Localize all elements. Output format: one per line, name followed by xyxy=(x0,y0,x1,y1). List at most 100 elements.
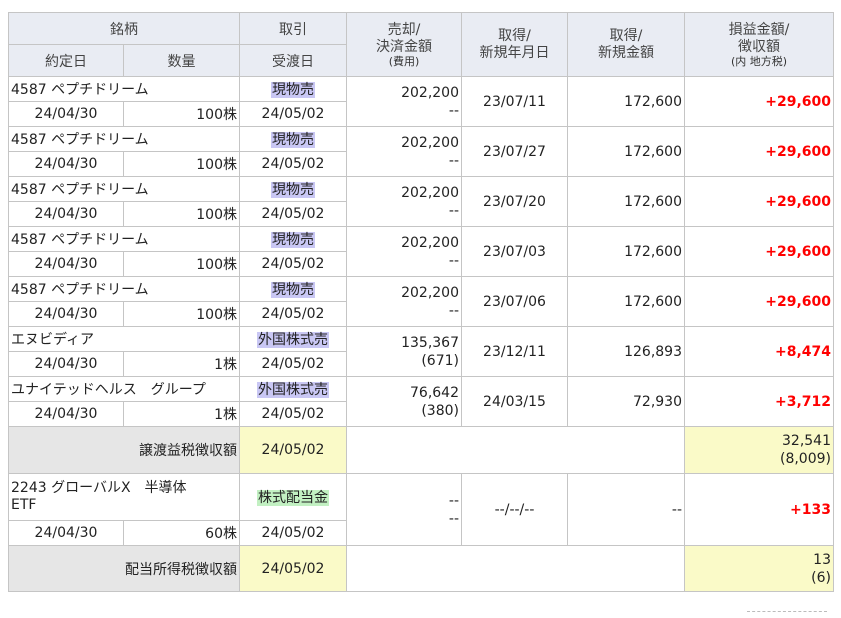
header-quantity: 数量 xyxy=(123,44,240,77)
acq-date: 23/07/20 xyxy=(461,176,568,227)
acq-amount: 172,600 xyxy=(567,176,685,227)
header-settle-date: 受渡日 xyxy=(239,44,347,77)
header-acq-amount: 取得/ 新規金額 xyxy=(567,12,685,77)
acq-date: 23/07/06 xyxy=(461,276,568,327)
profit-loss: +29,600 xyxy=(684,126,834,177)
transfer-tax-label: 譲渡益税徴収額 xyxy=(8,426,240,474)
table-row: エヌビディア 外国株式売 135,367 (671) 23/12/11 126,8… xyxy=(8,326,834,377)
table-row: ユナイテッドヘルス グループ 外国株式売 76,642 (380) 24/03/1… xyxy=(8,376,834,427)
dividend-tax-label: 配当所得税徴収額 xyxy=(8,545,240,592)
trade-date: 24/04/30 xyxy=(8,251,124,277)
acq-amount: 172,600 xyxy=(567,126,685,177)
dividend-acq-amount: -- xyxy=(567,473,685,546)
table-row: 4587 ペプチドリーム 現物売 202,200 -- 23/07/03 172,… xyxy=(8,226,834,277)
settle-date: 24/05/02 xyxy=(239,301,347,327)
profit-loss: +29,600 xyxy=(684,276,834,327)
trade-date: 24/04/30 xyxy=(8,351,124,377)
sale-amount: 202,200 -- xyxy=(346,226,462,277)
settle-date: 24/05/02 xyxy=(239,351,347,377)
acq-amount: 172,600 xyxy=(567,76,685,127)
quantity: 1株 xyxy=(123,351,240,377)
header-trade-date: 約定日 xyxy=(8,44,124,77)
trade-type: 現物売 xyxy=(239,176,347,202)
acq-date: 23/07/11 xyxy=(461,76,568,127)
trade-date: 24/04/30 xyxy=(8,401,124,427)
dividend-type: 株式配当金 xyxy=(239,473,347,521)
table-row: 4587 ペプチドリーム 現物売 202,200 -- 23/07/11 172,… xyxy=(8,76,834,127)
settle-date: 24/05/02 xyxy=(239,101,347,127)
profit-loss: +29,600 xyxy=(684,76,834,127)
trade-type: 現物売 xyxy=(239,126,347,152)
quantity: 100株 xyxy=(123,251,240,277)
table-row: 4587 ペプチドリーム 現物売 202,200 -- 23/07/06 172,… xyxy=(8,276,834,327)
header-stock: 銘柄 xyxy=(8,12,240,45)
sale-amount: 202,200 -- xyxy=(346,176,462,227)
profit-loss: +29,600 xyxy=(684,226,834,277)
acq-amount: 126,893 xyxy=(567,326,685,377)
dividend-profit: +133 xyxy=(684,473,834,546)
settle-date: 24/05/02 xyxy=(239,201,347,227)
sale-amount: 76,642 (380) xyxy=(346,376,462,427)
acq-amount: 72,930 xyxy=(567,376,685,427)
sale-amount: 202,200 -- xyxy=(346,126,462,177)
quantity: 100株 xyxy=(123,101,240,127)
profit-loss: +3,712 xyxy=(684,376,834,427)
dividend-date: 24/04/30 xyxy=(8,520,124,546)
table-row: 4587 ペプチドリーム 現物売 202,200 -- 23/07/20 172,… xyxy=(8,176,834,227)
settle-date: 24/05/02 xyxy=(239,251,347,277)
sale-amount: 135,367 (671) xyxy=(346,326,462,377)
header-profit-loss: 損益金額/ 徴収額 (内 地方税) xyxy=(684,12,834,77)
acq-date: 23/12/11 xyxy=(461,326,568,377)
dividend-tax-blank xyxy=(346,545,685,592)
transfer-tax-row: 譲渡益税徴収額 24/05/02 32,541 (8,009) xyxy=(8,426,834,474)
dividend-acq-date: --/--/-- xyxy=(461,473,568,546)
trade-date: 24/04/30 xyxy=(8,101,124,127)
sale-amount: 202,200 -- xyxy=(346,276,462,327)
sale-amount: 202,200 -- xyxy=(346,76,462,127)
acq-date: 24/03/15 xyxy=(461,376,568,427)
header-sale-amount: 売却/ 決済金額 (費用) xyxy=(346,12,462,77)
trade-date: 24/04/30 xyxy=(8,301,124,327)
trade-type: 現物売 xyxy=(239,76,347,102)
dividend-tax-row: 配当所得税徴収額 24/05/02 13 (6) xyxy=(8,545,834,592)
header-acq-date: 取得/ 新規年月日 xyxy=(461,12,568,77)
trade-date: 24/04/30 xyxy=(8,151,124,177)
header-trade: 取引 xyxy=(239,12,347,45)
quantity: 100株 xyxy=(123,151,240,177)
trade-type: 現物売 xyxy=(239,276,347,302)
stock-name[interactable]: 4587 ペプチドリーム xyxy=(8,76,240,102)
stock-name[interactable]: 4587 ペプチドリーム xyxy=(8,276,240,302)
quantity: 100株 xyxy=(123,301,240,327)
trade-date: 24/04/30 xyxy=(8,201,124,227)
trade-type: 現物売 xyxy=(239,226,347,252)
dividend-tax-date: 24/05/02 xyxy=(239,545,347,592)
transfer-tax-date: 24/05/02 xyxy=(239,426,347,474)
acq-amount: 172,600 xyxy=(567,226,685,277)
settle-date: 24/05/02 xyxy=(239,401,347,427)
stock-name[interactable]: エヌビディア xyxy=(8,326,240,352)
table-row: 4587 ペプチドリーム 現物売 202,200 -- 23/07/27 172,… xyxy=(8,126,834,177)
dividend-row: 2243 グローバルX 半導体 ETF 株式配当金 -- -- --/--/-- -… xyxy=(8,473,834,546)
profit-loss: +8,474 xyxy=(684,326,834,377)
dividend-stock-name[interactable]: 2243 グローバルX 半導体 ETF xyxy=(8,473,240,521)
trade-type: 外国株式売 xyxy=(239,326,347,352)
stock-name[interactable]: 4587 ペプチドリーム xyxy=(8,126,240,152)
transfer-tax-blank xyxy=(346,426,685,474)
quantity: 100株 xyxy=(123,201,240,227)
dividend-qty: 60株 xyxy=(123,520,240,546)
acq-date: 23/07/03 xyxy=(461,226,568,277)
acq-date: 23/07/27 xyxy=(461,126,568,177)
dividend-tax-amount: 13 (6) xyxy=(684,545,834,592)
page-edge-divider xyxy=(747,611,827,616)
trade-type: 外国株式売 xyxy=(239,376,347,402)
profit-loss: +29,600 xyxy=(684,176,834,227)
quantity: 1株 xyxy=(123,401,240,427)
settle-date: 24/05/02 xyxy=(239,151,347,177)
dividend-amount: -- -- xyxy=(346,473,462,546)
acq-amount: 172,600 xyxy=(567,276,685,327)
stock-name[interactable]: 4587 ペプチドリーム xyxy=(8,176,240,202)
dividend-settle: 24/05/02 xyxy=(239,520,347,546)
transaction-table: 銘柄 取引 売却/ 決済金額 (費用) 取得/ 新規年月日 取得/ 新規金額 損… xyxy=(8,12,834,592)
stock-name[interactable]: 4587 ペプチドリーム xyxy=(8,226,240,252)
stock-name[interactable]: ユナイテッドヘルス グループ xyxy=(8,376,240,402)
